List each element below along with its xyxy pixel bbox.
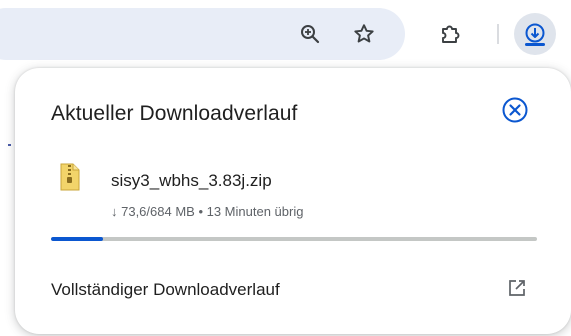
download-bubble: Aktueller Downloadverlauf sisy3_wbhs_3.8… xyxy=(15,68,571,334)
download-status: ↓ 73,6/684 MB • 13 Minuten übrig xyxy=(111,204,304,219)
close-icon xyxy=(502,97,528,123)
full-download-history-link[interactable]: Vollständiger Downloadverlauf xyxy=(51,280,280,300)
open-downloads-page-button[interactable] xyxy=(505,276,529,300)
download-progress-bar xyxy=(51,237,537,241)
download-progress-fill xyxy=(51,237,104,241)
downloads-button[interactable] xyxy=(514,13,556,55)
address-bar[interactable] xyxy=(0,8,405,60)
bookmark-star-icon[interactable] xyxy=(350,20,378,48)
page-content-edge xyxy=(8,144,11,146)
browser-toolbar xyxy=(0,0,571,64)
browser-window: Aktueller Downloadverlauf sisy3_wbhs_3.8… xyxy=(0,0,571,336)
panel-title: Aktueller Downloadverlauf xyxy=(51,102,298,125)
download-progress-underline xyxy=(525,43,545,46)
zoom-in-icon[interactable] xyxy=(296,20,324,48)
download-file-name: sisy3_wbhs_3.83j.zip xyxy=(111,171,272,190)
close-button[interactable] xyxy=(500,95,530,125)
open-in-new-icon xyxy=(509,280,525,296)
zip-file-icon xyxy=(57,162,83,192)
extensions-icon[interactable] xyxy=(436,20,464,48)
toolbar-divider xyxy=(497,24,499,44)
